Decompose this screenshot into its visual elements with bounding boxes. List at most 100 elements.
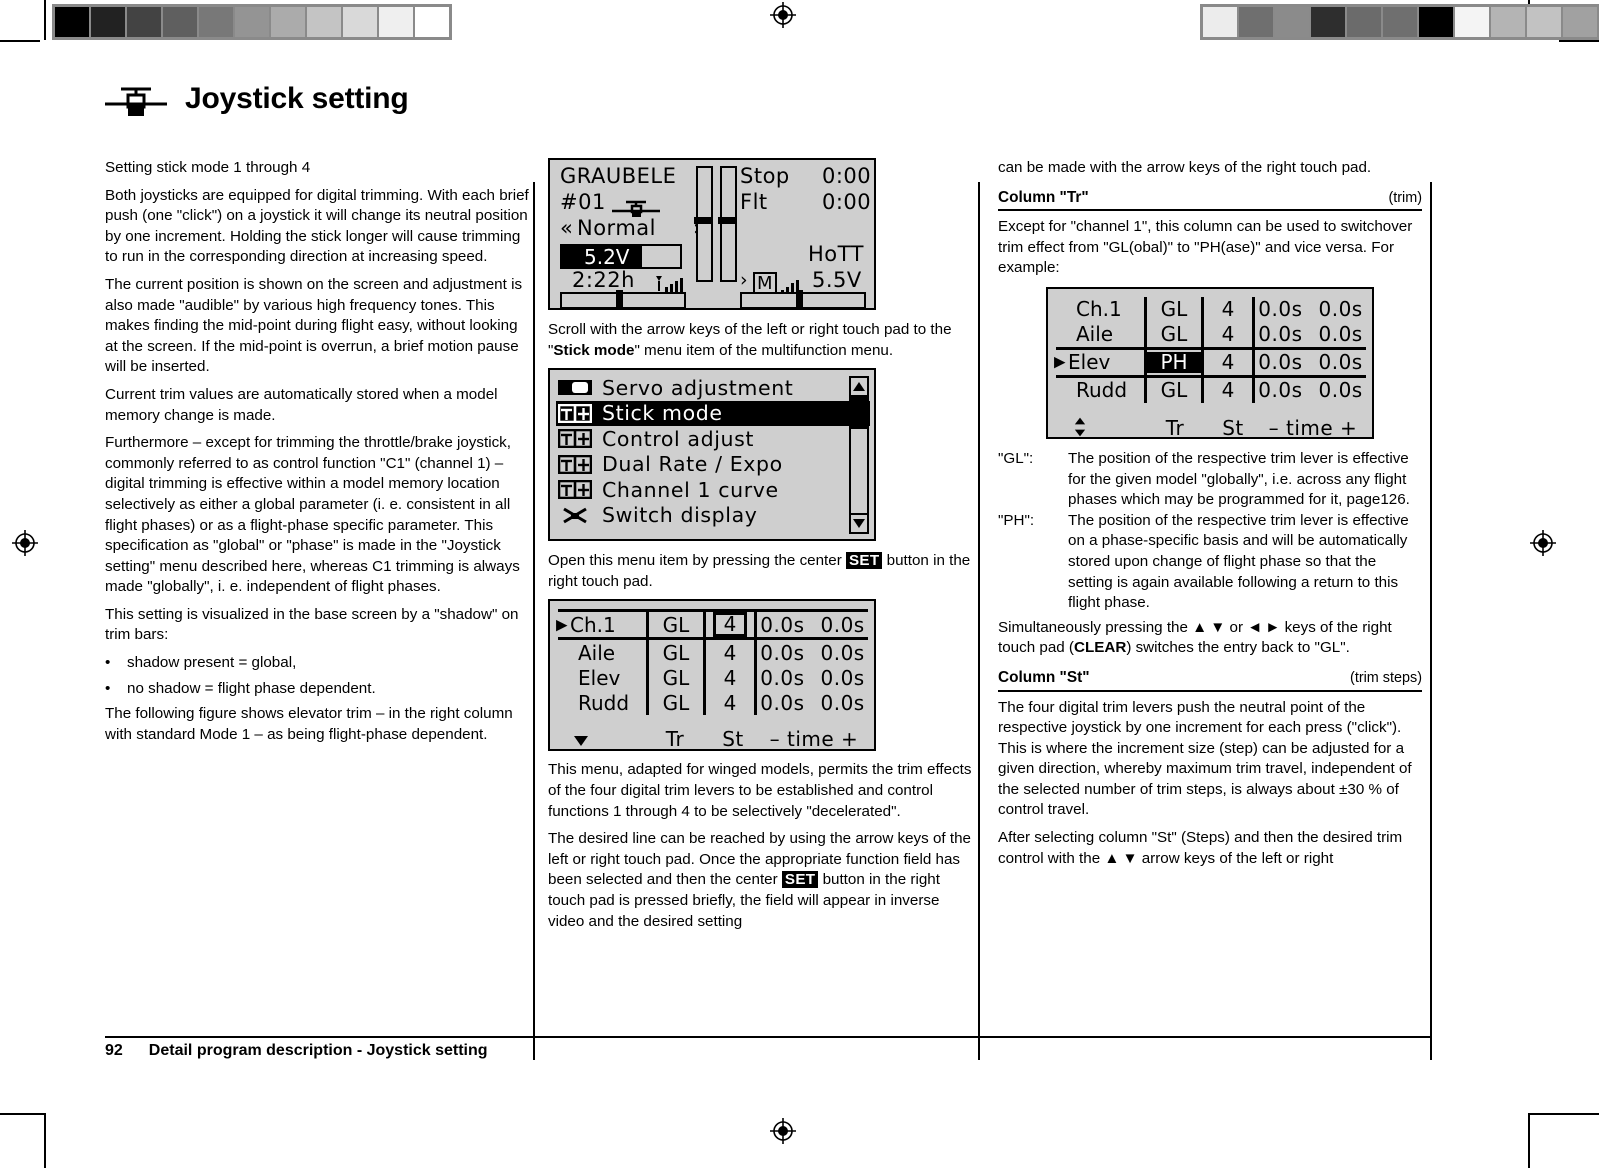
grayscale-swatch xyxy=(55,7,89,37)
trim-footer-tr: Tr xyxy=(665,727,685,752)
col1-paragraph-2: The current position is shown on the scr… xyxy=(105,275,523,376)
menu-item-label: Switch display xyxy=(602,503,758,528)
set-button-inline[interactable]: SET xyxy=(846,552,883,570)
trim-tr-value: GL xyxy=(662,640,690,665)
trim-row-st-cell[interactable]: 4 xyxy=(1202,296,1255,322)
trim-table[interactable]: Ch.1 GL 4 0.0s 0.0s Aile GL 4 0.0s 0.0s ▶ Elev PH 4 0.… xyxy=(1054,296,1367,403)
servo-icon xyxy=(558,378,592,397)
table-row[interactable]: ▶ Ch.1 GL 4 0.0s 0.0s xyxy=(556,609,868,641)
up-down-arrow-icon[interactable] xyxy=(1056,417,1144,441)
protocol-label: HoTT xyxy=(808,242,864,266)
trim-st-value: 4 xyxy=(1221,378,1235,403)
trim-lever-icon xyxy=(105,78,167,120)
list-item-label: shadow present = global, xyxy=(127,654,297,672)
trim-row-st-cell[interactable]: 4 xyxy=(704,665,757,691)
trim-row-st-cell[interactable]: 4 xyxy=(1202,376,1255,403)
trim-tr-value: GL xyxy=(662,690,690,715)
set-button-inline[interactable]: SET xyxy=(781,871,819,889)
triangle-down-icon[interactable] xyxy=(558,729,644,750)
menu-scrollbar[interactable] xyxy=(849,376,869,535)
table-row[interactable]: Aile GL 4 0.0s 0.0s xyxy=(1056,321,1367,349)
menu-item-label: Servo adjustment xyxy=(602,375,794,400)
trim-row-time-cell[interactable]: 0.0s 0.0s xyxy=(756,665,869,690)
trim-row-time-cell[interactable]: 0.0s 0.0s xyxy=(1254,376,1367,403)
trim-row-time-cell[interactable]: 0.0s 0.0s xyxy=(756,690,869,715)
trim-tr-value: GL xyxy=(1160,378,1188,403)
definition-gl: "GL": The position of the respective tri… xyxy=(998,449,1422,511)
table-row[interactable]: Aile GL 4 0.0s 0.0s xyxy=(558,638,869,666)
scrollbar-thumb[interactable] xyxy=(851,395,867,430)
table-row[interactable]: Rudd GL 4 0.0s 0.0s xyxy=(558,690,869,716)
menu-item-servo-adjustment[interactable]: Servo adjustment xyxy=(556,375,870,401)
trim-time-plus: 0.0s xyxy=(1318,350,1363,375)
trim-row-st-cell[interactable]: 4 xyxy=(704,638,757,666)
clear-label: CLEAR xyxy=(1074,639,1127,657)
grayscale-swatch xyxy=(1203,7,1237,37)
trim-row-time-cell[interactable]: 0.0s 0.0s xyxy=(1253,346,1366,378)
section-header-tr: Column "Tr" (trim) xyxy=(998,188,1422,212)
trim-time-minus: 0.0s xyxy=(760,665,805,690)
trim-footer-tr: Tr xyxy=(1165,416,1185,441)
triangle-down-icon[interactable] xyxy=(851,513,867,533)
table-row[interactable]: Ch.1 GL 4 0.0s 0.0s xyxy=(1056,296,1367,322)
trim-row-tr-cell[interactable]: GL xyxy=(1144,376,1204,403)
trim-row-tr-cell[interactable]: GL xyxy=(646,638,706,666)
page-title: Joystick setting xyxy=(185,82,409,115)
clear-text-a: Simultaneously pressing the xyxy=(998,618,1193,636)
curve-icon xyxy=(557,480,593,500)
grayscale-swatch xyxy=(379,7,413,37)
multifunction-menu-screen[interactable]: Servo adjustment Stick mode Control adjust… xyxy=(548,368,876,542)
trim-row-tr-cell[interactable]: GL xyxy=(646,609,706,641)
menu-item-switch-display[interactable]: Switch display xyxy=(556,503,870,529)
trim-table[interactable]: ▶ Ch.1 GL 4 0.0s 0.0s Aile GL 4 0.0s 0.0s Elev GL 4 0.… xyxy=(556,609,869,716)
trim-row-tr-cell[interactable]: GL xyxy=(646,690,706,716)
trim-row-tr-cell[interactable]: GL xyxy=(646,665,706,691)
subtitle: Setting stick mode 1 through 4 xyxy=(105,159,311,176)
trim-row-st-cell[interactable]: 4 xyxy=(704,609,757,641)
trim-row-time-cell[interactable]: 0.0s 0.0s xyxy=(1254,297,1367,322)
menu-list[interactable]: Servo adjustment Stick mode Control adjust… xyxy=(556,375,870,528)
trim-row-time-cell[interactable]: 0.0s 0.0s xyxy=(755,609,868,641)
menu-item-channel-1-curve[interactable]: Channel 1 curve xyxy=(556,477,870,503)
menu-item-control-adjust[interactable]: Control adjust xyxy=(556,426,870,452)
trim-row-tr-cell[interactable]: GL xyxy=(1144,321,1204,349)
trim-st-value: 4 xyxy=(723,665,737,690)
col2-open-paragraph: Open this menu item by pressing the cent… xyxy=(548,551,972,592)
trim-row-time-cell[interactable]: 0.0s 0.0s xyxy=(756,639,869,666)
menu-item-dual-rate-expo[interactable]: Dual Rate / Expo xyxy=(556,452,870,478)
footer-rule xyxy=(105,1036,1430,1038)
trim-row-st-cell[interactable]: 4 xyxy=(1202,321,1255,349)
table-row[interactable]: ▶ Elev PH 4 0.0s 0.0s xyxy=(1054,346,1366,378)
operating-time: 2:22h xyxy=(572,268,635,292)
menu-item-stick-mode[interactable]: Stick mode xyxy=(556,400,870,427)
trim-row-st-cell[interactable]: 4 xyxy=(704,690,757,716)
section-title-tr: Column "Tr" xyxy=(998,188,1089,206)
section-note-st: (trim steps) xyxy=(1350,669,1422,686)
registration-target-icon-right xyxy=(1530,530,1556,556)
trim-st-value: 4 xyxy=(723,690,737,715)
trim-screen-phase-example[interactable]: Ch.1 GL 4 0.0s 0.0s Aile GL 4 0.0s 0.0s ▶ Elev PH 4 0.… xyxy=(1046,286,1374,441)
trim-tr-value: GL xyxy=(662,665,690,690)
trim-row-label: Aile xyxy=(578,640,616,665)
trim-bar-knob xyxy=(616,290,623,309)
table-row[interactable]: Elev GL 4 0.0s 0.0s xyxy=(558,665,869,691)
stick-mode-trim-screen[interactable]: ▶ Ch.1 GL 4 0.0s 0.0s Aile GL 4 0.0s 0.0s Elev GL 4 0.… xyxy=(548,599,876,752)
trim-row-label: Elev xyxy=(578,665,621,690)
trim-time-minus: 0.0s xyxy=(1258,350,1303,375)
trim-row-tr-cell[interactable]: PH xyxy=(1144,346,1204,378)
table-row[interactable]: Rudd GL 4 0.0s 0.0s xyxy=(1056,376,1366,403)
trim-row-tr-cell[interactable]: GL xyxy=(1144,296,1204,322)
trim-row-st-cell[interactable]: 4 xyxy=(1202,346,1255,378)
crop-mark-right-lower xyxy=(1528,1113,1599,1115)
col3-tr-paragraph: Except for "channel 1", this column can … xyxy=(998,218,1413,277)
list-item-label: no shadow = flight phase dependent. xyxy=(127,679,376,697)
trim-st-value: 4 xyxy=(1221,297,1235,322)
transmitter-base-screen: GRAUBELE #01 « Normal » 5.2V 2:22h xyxy=(548,158,876,310)
trim-time-minus: 0.0s xyxy=(760,690,805,715)
grayscale-swatch xyxy=(1563,7,1597,37)
col3-st-paragraph-1: The four digital trim levers push the ne… xyxy=(998,698,1412,819)
flight-phase-prev-arrow[interactable]: « xyxy=(560,218,573,239)
menu-item-label: Stick mode xyxy=(602,401,723,426)
trim-row-time-cell[interactable]: 0.0s 0.0s xyxy=(1254,322,1367,349)
trim-footer-bar: Tr St – time + xyxy=(558,729,868,750)
